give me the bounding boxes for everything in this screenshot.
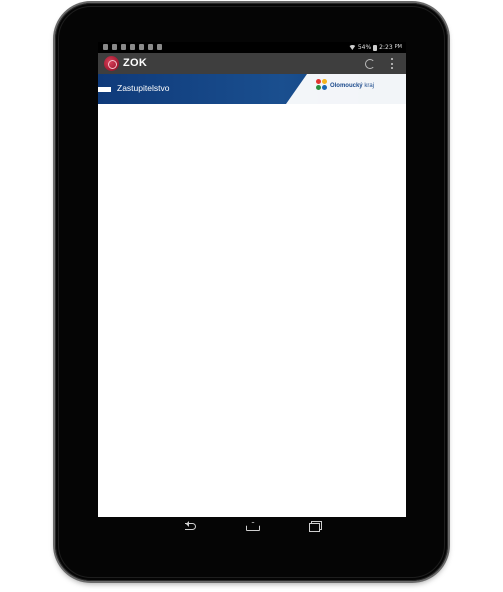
- notification-icon: [148, 44, 153, 50]
- back-icon[interactable]: [183, 520, 197, 532]
- refresh-icon[interactable]: [365, 59, 375, 69]
- olomoucky-kraj-logo: Olomoucký kraj: [315, 79, 374, 93]
- overflow-dot: [391, 62, 393, 65]
- battery-percent: 54%: [357, 44, 372, 51]
- section-header: Zastupitelstvo Olomoucký kraj: [98, 74, 406, 104]
- system-status: 54% 2:23 PM: [348, 43, 402, 52]
- clock-time: 2:23: [379, 44, 393, 51]
- notification-icons: [103, 44, 162, 50]
- app-title: ZOK: [123, 57, 148, 69]
- overflow-dot: [391, 58, 393, 60]
- recents-icon[interactable]: [308, 520, 322, 532]
- region-logo-icon: [315, 79, 328, 93]
- notification-icon: [103, 44, 108, 50]
- page-title: Zastupitelstvo: [117, 83, 170, 93]
- logo-text-bold: Olomoucký: [329, 83, 363, 89]
- notification-icon: [130, 44, 135, 50]
- notification-icon: [121, 44, 126, 50]
- app-logo-icon[interactable]: [104, 56, 119, 71]
- home-icon[interactable]: [245, 520, 259, 532]
- status-bar: 54% 2:23 PM: [98, 42, 406, 53]
- wifi-icon: [348, 45, 356, 50]
- clock-ampm: PM: [394, 44, 402, 50]
- header-accent-strip: [98, 87, 111, 92]
- action-bar: ZOK: [98, 53, 406, 74]
- device-screen: 54% 2:23 PM ZOK Zastupitelstvo Olomoucký…: [98, 42, 406, 517]
- navigation-bar: [98, 517, 406, 535]
- notification-icon: [112, 44, 117, 50]
- overflow-menu-icon[interactable]: [391, 58, 394, 69]
- content-area: [98, 104, 406, 517]
- notification-icon: [157, 44, 162, 50]
- overflow-dot: [391, 67, 393, 69]
- logo-text-regular: kraj: [364, 83, 374, 89]
- battery-icon: [373, 44, 378, 51]
- notification-icon: [139, 44, 144, 50]
- logo-text: Olomoucký kraj: [330, 83, 374, 89]
